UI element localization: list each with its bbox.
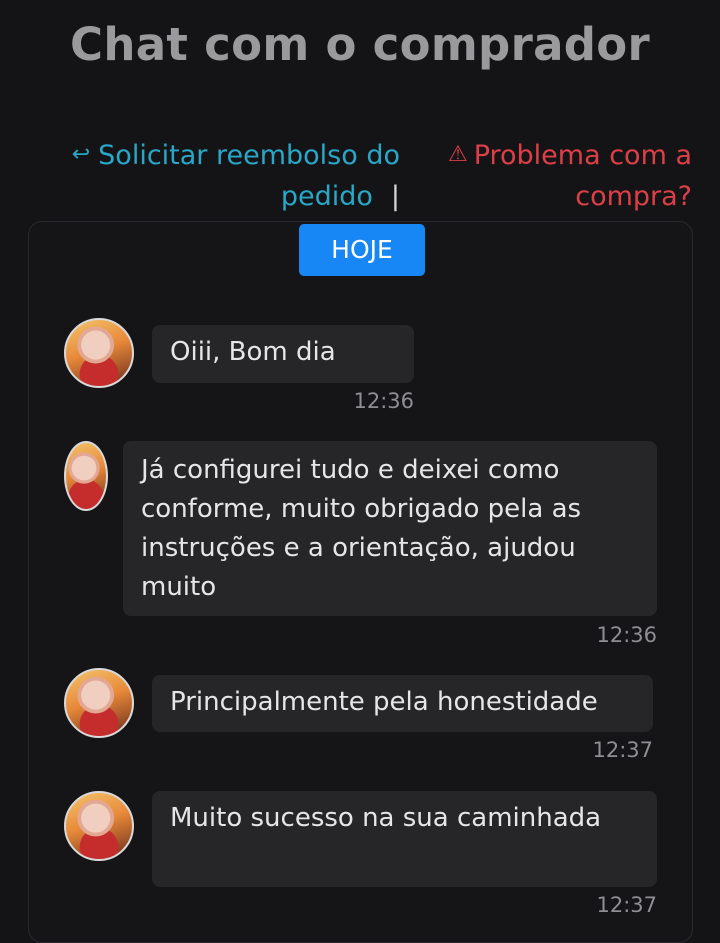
report-problem-link[interactable]: ⚠ Problema com a compra? xyxy=(420,136,692,216)
date-badge: HOJE xyxy=(299,224,425,276)
report-problem-label: Problema com a compra? xyxy=(473,140,692,212)
page-title: Chat com o comprador xyxy=(70,18,650,71)
chat-panel[interactable]: HOJE Oiii, Bom dia 12:36 Já configurei t… xyxy=(28,221,693,943)
user-avatar[interactable] xyxy=(64,441,108,511)
message-time: 12:36 xyxy=(353,389,414,413)
chat-actions: ↩ Solicitar reembolso do pedido | ⚠ Problem… xyxy=(40,136,695,216)
user-avatar[interactable] xyxy=(64,318,134,388)
user-avatar[interactable] xyxy=(64,668,134,738)
message-time: 12:37 xyxy=(596,893,657,917)
user-avatar[interactable] xyxy=(64,791,134,861)
message-time: 12:36 xyxy=(596,623,657,647)
message-bubble: Já configurei tudo e deixei como conform… xyxy=(123,441,657,616)
refund-request-link[interactable]: ↩ Solicitar reembolso do pedido | xyxy=(50,136,400,216)
undo-arrow-icon: ↩ xyxy=(71,142,91,167)
message-time: 12:37 xyxy=(592,738,653,762)
refund-request-label: Solicitar reembolso do pedido xyxy=(98,140,400,212)
warning-triangle-icon: ⚠ xyxy=(447,142,468,167)
message-bubble: Principalmente pela honestidade xyxy=(152,675,653,732)
message-bubble: Muito sucesso na sua caminhada xyxy=(152,791,657,887)
message-bubble: Oiii, Bom dia xyxy=(152,325,414,383)
separator: | xyxy=(390,181,400,212)
